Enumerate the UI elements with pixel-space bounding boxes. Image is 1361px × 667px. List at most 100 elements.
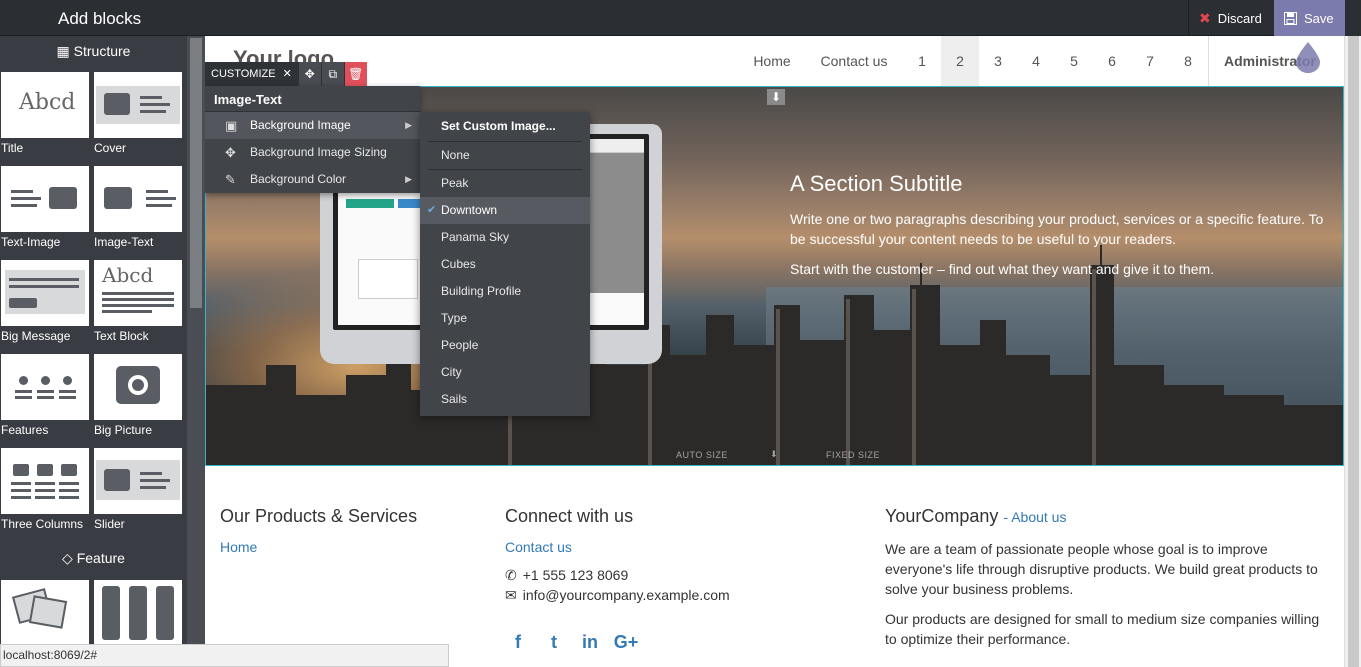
block-title-thumbnail: Abcd [1,72,89,138]
footer-about-column: YourCompany - About us We are a team of … [885,506,1325,649]
menu-item-label: Background Image Sizing [250,145,387,159]
menu-background-color[interactable]: ✎ Background Color ▶ [205,166,420,193]
section-subtitle[interactable]: A Section Subtitle [790,171,1330,197]
block-label: Text Block [94,329,149,343]
block-image-text[interactable]: Image-Text [94,166,182,249]
close-icon[interactable]: ✕ [283,62,292,86]
block-mobile-thumbnail [94,580,182,644]
nav-page-8[interactable]: 8 [1169,36,1207,86]
nav-contact[interactable]: Contact us [810,36,898,86]
nav-page-4[interactable]: 4 [1017,36,1055,86]
google-plus-icon[interactable]: G+ [613,629,639,655]
feature-heading: ◇ Feature [0,550,187,567]
footer-contact-link[interactable]: Contact us [505,539,835,555]
site-scrollbar-thumb[interactable] [1348,36,1359,667]
footer-connect-column: Connect with us Contact us ✆ +1 555 123 … [505,506,835,655]
block-cover-thumbnail [94,72,182,138]
submenu-people[interactable]: People [420,332,590,359]
menu-background-image[interactable]: ▣ Background Image ▶ [205,112,420,139]
structure-heading: ▦ Structure [0,43,187,60]
menu-background-sizing[interactable]: ✥ Background Image Sizing [205,139,420,166]
fixed-size-label[interactable]: FIXED SIZE [826,450,880,460]
submenu-building-profile[interactable]: Building Profile [420,278,590,305]
submenu-downtown[interactable]: ✔ Downtown [420,197,590,224]
submenu-peak[interactable]: Peak [420,170,590,197]
nav-page-5[interactable]: 5 [1055,36,1093,86]
block-features-thumbnail [1,354,89,420]
block-image-gallery[interactable] [1,580,89,644]
caret-right-icon: ▶ [405,120,412,130]
discard-button[interactable]: ✖ Discard [1188,0,1274,36]
block-text-block[interactable]: Abcd Text Block [94,260,182,343]
abcd-icon: Abcd [102,263,154,287]
footer-products-column: Our Products & Services Home [220,506,480,565]
submenu-item-label: Downtown [441,203,498,217]
nav-page-3[interactable]: 3 [979,36,1017,86]
social-links: f t in G+ [505,629,835,655]
section-paragraph-2[interactable]: Start with the customer – find out what … [790,259,1330,279]
about-paragraph-2: Our products are designed for small to m… [885,611,1320,647]
footer-company-title: YourCompany - About us [885,506,1325,527]
nav-page-1[interactable]: 1 [903,36,941,86]
submenu-cubes[interactable]: Cubes [420,251,590,278]
discard-label: Discard [1217,10,1262,26]
facebook-icon[interactable]: f [505,629,531,655]
save-button[interactable]: Save [1274,0,1345,36]
camera-icon [104,93,130,115]
panel-scrollbar[interactable] [187,36,205,667]
block-text-image-thumbnail [1,166,89,232]
submenu-sails[interactable]: Sails [420,386,590,413]
diamond-icon: ◇ [62,550,73,566]
panel-scrollbar-thumb[interactable] [190,38,202,308]
block-slider[interactable]: Slider [94,448,182,531]
customize-button[interactable]: CUSTOMIZE ✕ [205,62,298,86]
section-paragraph-1[interactable]: Write one or two paragraphs describing y… [790,209,1330,249]
background-image-submenu: Set Custom Image... None Peak ✔ Downtown… [420,112,590,416]
block-label: Features [1,423,49,437]
block-big-message[interactable]: Big Message [1,260,89,343]
submenu-none[interactable]: None [420,142,590,169]
about-us-link[interactable]: - About us [1003,509,1066,525]
auto-size-label[interactable]: AUTO SIZE [676,450,728,460]
grid-icon: ▦ [56,43,70,59]
twitter-icon[interactable]: t [541,629,567,655]
submenu-panama-sky[interactable]: Panama Sky [420,224,590,251]
site-scrollbar[interactable] [1344,36,1361,667]
block-image-text-thumbnail [94,166,182,232]
nav-page-7[interactable]: 7 [1131,36,1169,86]
nav-page-6[interactable]: 6 [1093,36,1131,86]
move-down-icon[interactable]: ⬇ [767,89,785,105]
block-big-message-thumbnail [1,260,89,326]
eyedropper-icon: ✎ [225,172,236,187]
nav-page-2[interactable]: 2 [941,36,979,86]
block-cover[interactable]: Cover [94,72,182,155]
status-bar-url: localhost:8069/2# [0,644,449,667]
blocks-panel: ▦ Structure Abcd Title Cover Text-Image [0,36,205,667]
floppy-icon [1284,11,1297,25]
footer-connect-title: Connect with us [505,506,634,526]
menu-item-label: Background Image [250,118,351,132]
camera-icon [49,187,77,209]
submenu-type[interactable]: Type [420,305,590,332]
block-big-picture[interactable]: Big Picture [94,354,182,437]
linkedin-icon[interactable]: in [577,629,603,655]
block-mobile-features[interactable] [94,580,182,644]
submenu-city[interactable]: City [420,359,590,386]
block-three-columns-thumbnail [1,448,89,514]
size-handle-bar[interactable]: AUTO SIZE ⬇ FIXED SIZE [646,449,906,463]
block-title[interactable]: Abcd Title [1,72,89,155]
block-label: Title [1,141,24,155]
block-features[interactable]: Features [1,354,89,437]
block-text-image[interactable]: Text-Image [1,166,89,249]
submenu-set-custom-image[interactable]: Set Custom Image... [420,112,590,141]
website-canvas: Your logo Home Contact us 1 2 3 4 5 6 7 … [205,36,1344,667]
block-three-columns[interactable]: Three Columns [1,448,89,531]
nav-admin-menu[interactable]: Administrator [1208,36,1344,86]
trash-icon[interactable]: 🗑 [343,62,367,86]
clone-icon[interactable]: ⧉ [320,62,344,86]
nav-home[interactable]: Home [739,36,805,86]
arrow-down-icon[interactable]: ⬇ [770,449,778,460]
footer-home-link[interactable]: Home [220,539,480,555]
block-label: Three Columns [1,517,84,531]
move-icon[interactable]: ✥ [297,62,321,86]
